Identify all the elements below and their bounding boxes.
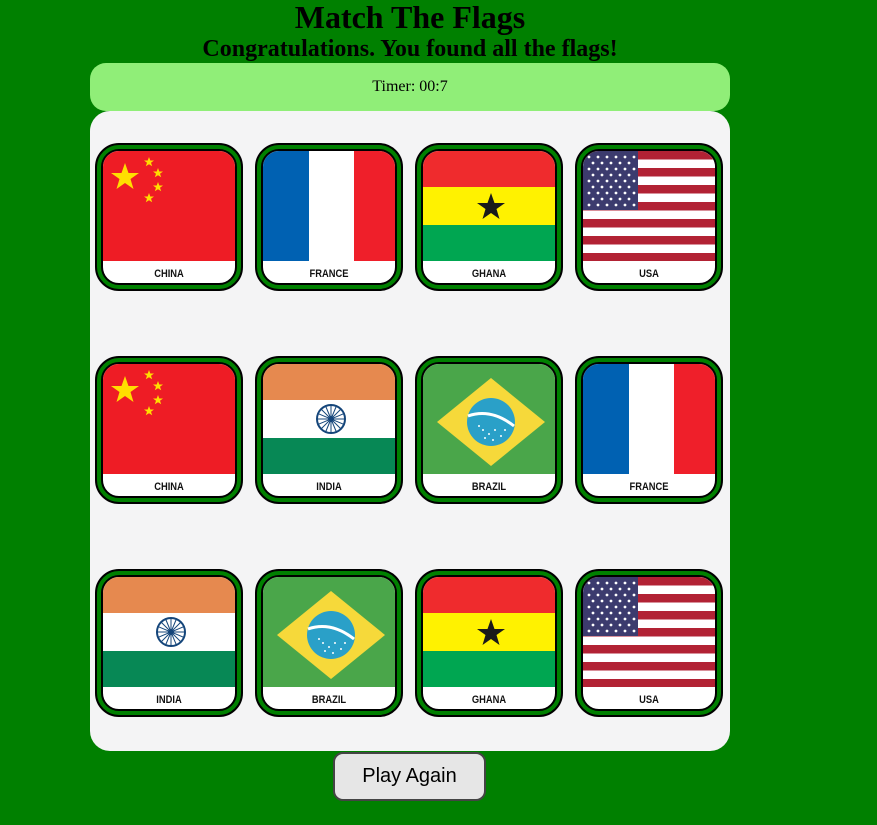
india-flag-icon [263,364,395,474]
flag-card-india[interactable]: INDIA [95,569,243,717]
flag-card-label: USA [639,694,659,706]
flag-card-ghana[interactable]: GHANA [415,143,563,291]
ghana-flag-icon [423,151,555,261]
timer-text: Timer: 00:7 [372,78,448,95]
usa-flag-icon [583,577,715,687]
usa-flag-icon [583,151,715,261]
ghana-flag-icon [423,577,555,687]
india-flag-icon [103,577,235,687]
flag-card-india[interactable]: INDIA [255,356,403,504]
flag-card-label: INDIA [316,481,342,493]
flag-card-label: FRANCE [309,268,349,280]
play-again-button[interactable]: Play Again [333,752,486,801]
flag-card-brazil[interactable]: BRAZIL [255,569,403,717]
china-flag-icon [103,151,235,261]
france-flag-icon [263,151,395,261]
flag-card-label: CHINA [154,268,184,280]
flag-card-brazil[interactable]: BRAZIL [415,356,563,504]
flag-card-label: GHANA [471,694,507,706]
flag-card-label: FRANCE [629,481,669,493]
flag-card-china[interactable]: CHINA [95,143,243,291]
brazil-flag-icon [263,577,395,687]
flag-card-label: INDIA [156,694,182,706]
china-flag-icon [103,364,235,474]
flag-card-china[interactable]: CHINA [95,356,243,504]
flag-card-usa[interactable]: USA [575,143,723,291]
flag-card-usa[interactable]: USA [575,569,723,717]
congratulations-message: Congratulations. You found all the flags… [202,36,618,62]
flag-card-label: BRAZIL [311,694,347,706]
flag-card-label: USA [639,268,659,280]
page-title: Match The Flags [294,0,526,35]
timer-bar: Timer: 00:7 [90,63,730,111]
flag-card-france[interactable]: FRANCE [255,143,403,291]
brazil-flag-icon [423,364,555,474]
card-board: CHINA FRANCE GHANA USA CHINA INDIA BRAZI… [90,111,730,751]
france-flag-icon [583,364,715,474]
flag-card-france[interactable]: FRANCE [575,356,723,504]
flag-card-label: GHANA [471,268,507,280]
flag-card-label: BRAZIL [471,481,507,493]
flag-card-ghana[interactable]: GHANA [415,569,563,717]
flag-card-label: CHINA [154,481,184,493]
